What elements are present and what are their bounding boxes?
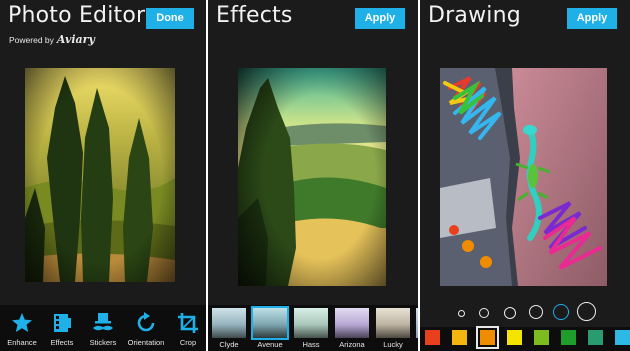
magic-star-icon xyxy=(12,313,32,332)
tuscan-cypress-photo xyxy=(25,68,175,282)
brush-size-xxl[interactable] xyxy=(577,302,596,321)
filter-thumbnail xyxy=(251,306,289,340)
filter-label: Clyde xyxy=(219,340,239,349)
filter-arizona[interactable]: Arizona xyxy=(333,307,371,351)
crop-icon xyxy=(178,313,198,333)
filter-label: Arizona xyxy=(339,340,365,349)
filter-next-partial[interactable] xyxy=(414,307,418,351)
powered-by-label: Powered by xyxy=(9,35,54,45)
filter-label: Avenue xyxy=(257,340,283,349)
editor-toolbar: Enhance Effects Stickers Orientation Cro… xyxy=(0,305,206,351)
filter-thumbnail xyxy=(416,308,418,338)
photo-preview xyxy=(238,68,386,286)
aviary-logo: Aviary xyxy=(56,33,95,46)
color-palette xyxy=(420,326,630,351)
tuscan-landscape-photo xyxy=(238,68,386,286)
done-button[interactable]: Done xyxy=(146,8,194,29)
effects-screen: Effects Apply Clyde Avenue Hass Arizona … xyxy=(208,0,418,351)
filter-thumbnail xyxy=(212,308,246,338)
color-swatch-teal[interactable] xyxy=(588,330,603,345)
color-swatch-yellow-orange[interactable] xyxy=(452,330,467,345)
page-title: Effects xyxy=(216,3,293,28)
filter-hass[interactable]: Hass xyxy=(292,307,330,351)
filter-lucky[interactable]: Lucky xyxy=(374,307,412,351)
lizard-drawing-photo xyxy=(440,68,607,286)
filter-thumbnail xyxy=(376,308,410,338)
filter-label: Lucky xyxy=(383,340,403,349)
tool-crop[interactable]: Crop xyxy=(166,305,206,351)
brush-size-xl[interactable] xyxy=(553,304,569,320)
color-swatch-orange[interactable] xyxy=(476,326,499,349)
color-swatch-cyan[interactable] xyxy=(615,330,630,345)
mustache-hat-icon xyxy=(93,313,113,331)
apply-button[interactable]: Apply xyxy=(567,8,617,29)
page-title: Drawing xyxy=(428,3,521,28)
color-swatch-yellow[interactable] xyxy=(507,330,522,345)
powered-by: Powered by Aviary xyxy=(9,33,95,46)
filter-avenue[interactable]: Avenue xyxy=(251,306,289,351)
color-swatch-lime[interactable] xyxy=(534,330,549,345)
filter-thumbnail xyxy=(335,308,369,338)
page-title: Photo Editor xyxy=(8,3,146,28)
drawing-canvas[interactable] xyxy=(440,68,607,286)
rotate-icon xyxy=(137,312,155,332)
filter-clyde[interactable]: Clyde xyxy=(210,307,248,351)
apply-button[interactable]: Apply xyxy=(355,8,405,29)
filter-thumbnail xyxy=(294,308,328,338)
photo-editor-screen: Photo Editor Done Powered by Aviary Enha… xyxy=(0,0,206,351)
tool-label: Crop xyxy=(179,338,197,347)
filter-label: Hass xyxy=(302,340,320,349)
brush-size-s[interactable] xyxy=(479,308,489,318)
brush-size-picker xyxy=(420,300,630,325)
brush-size-m[interactable] xyxy=(504,307,516,319)
effects-filter-strip: Clyde Avenue Hass Arizona Lucky xyxy=(208,305,418,351)
effects-film-icon xyxy=(54,314,71,332)
drawing-screen: Drawing Apply xyxy=(420,0,630,351)
color-swatch-red[interactable] xyxy=(425,330,440,345)
photo-preview xyxy=(25,68,175,282)
brush-size-l[interactable] xyxy=(529,305,543,319)
color-swatch-green[interactable] xyxy=(561,330,576,345)
brush-size-xs[interactable] xyxy=(458,310,465,317)
